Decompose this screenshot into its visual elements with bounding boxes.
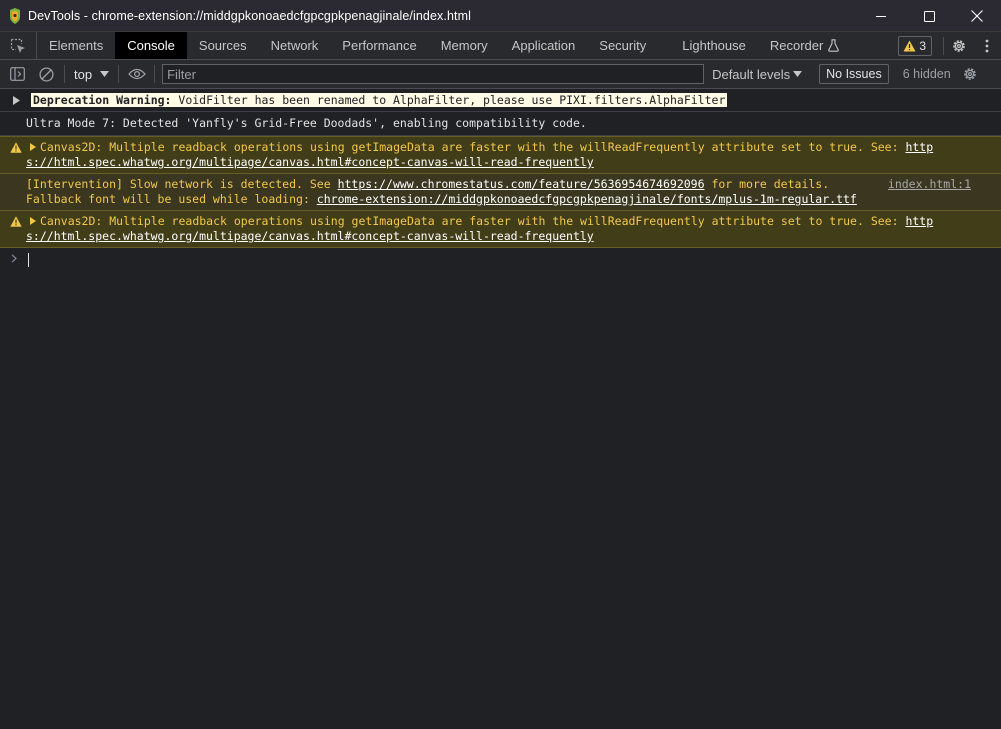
tab-console[interactable]: Console: [115, 32, 187, 59]
issues-count: 3: [919, 38, 926, 53]
clear-console-button[interactable]: [32, 60, 61, 88]
divider: [943, 36, 944, 55]
spec-link[interactable]: s://html.spec.whatwg.org/multipage/canva…: [26, 229, 594, 243]
console-settings-button[interactable]: [956, 60, 985, 88]
minimize-button[interactable]: [857, 0, 905, 32]
tab-label: Console: [127, 38, 175, 53]
js-context-selector[interactable]: top: [68, 60, 115, 88]
context-value: top: [74, 66, 93, 82]
maximize-icon: [923, 10, 935, 22]
kebab-menu-icon: [985, 39, 989, 52]
warning-icon: [903, 40, 916, 51]
fallback-font-text: Fallback font will be used while loading…: [26, 192, 317, 206]
console-prompt[interactable]: [0, 248, 1001, 272]
minimize-icon: [875, 15, 886, 17]
tab-recorder[interactable]: Recorder: [758, 32, 851, 59]
dropdown-caret-icon: [793, 71, 803, 77]
warning-icon: [10, 142, 22, 153]
chromestatus-link[interactable]: https://www.chromestatus.com/feature/563…: [338, 177, 705, 191]
tab-performance[interactable]: Performance: [330, 32, 428, 59]
intervention-text: [Intervention] Slow network is detected.…: [26, 177, 338, 191]
gear-icon: [953, 39, 965, 52]
devtools-app-icon: [10, 7, 20, 24]
tabbar-right-actions: 3: [898, 32, 1001, 59]
deprecation-label: Deprecation Warning:: [33, 93, 172, 107]
text-cursor: [28, 253, 29, 267]
deprecation-warning-text: Deprecation Warning: VoidFilter has been…: [31, 93, 728, 107]
issues-counter-button[interactable]: 3: [898, 35, 932, 56]
issues-label: No Issues: [826, 67, 882, 81]
filter-field[interactable]: [162, 64, 705, 84]
tab-label: Network: [270, 38, 319, 53]
tab-label: Performance: [342, 38, 417, 53]
gear-icon: [964, 68, 976, 80]
window-title-bar: DevTools - chrome-extension://middgpkono…: [0, 0, 1001, 32]
more-options-button[interactable]: [973, 32, 1001, 59]
message-text: Canvas2D: Multiple readback operations u…: [40, 214, 906, 228]
issues-button[interactable]: No Issues: [819, 64, 889, 84]
tab-label: Recorder: [769, 38, 824, 53]
divider: [154, 65, 156, 83]
devtools-tab-bar: Elements Console Sources Network Perform…: [0, 32, 1001, 60]
divider: [118, 65, 120, 83]
tab-memory[interactable]: Memory: [429, 32, 500, 59]
font-file-link[interactable]: chrome-extension://middgpkonoaedcfgpcgpk…: [317, 192, 857, 206]
intervention-text-tail: for more details.: [704, 177, 830, 191]
tab-application[interactable]: Application: [500, 32, 588, 59]
spec-link[interactable]: http: [905, 214, 933, 228]
deprecation-body: VoidFilter has been renamed to AlphaFilt…: [171, 93, 726, 107]
message-text: Canvas2D: Multiple readback operations u…: [40, 140, 906, 154]
source-location-link[interactable]: index.html:1: [888, 177, 971, 192]
tab-elements[interactable]: Elements: [37, 32, 115, 59]
inspect-element-button[interactable]: [0, 32, 37, 59]
close-icon: [971, 10, 983, 22]
tab-label: Elements: [49, 38, 104, 53]
tab-security[interactable]: Security: [587, 32, 658, 59]
console-messages: Deprecation Warning: VoidFilter has been…: [0, 89, 1001, 272]
tab-label: Sources: [198, 38, 247, 53]
tab-label: Memory: [440, 38, 488, 53]
filter-input[interactable]: [167, 66, 704, 82]
maximize-button[interactable]: [905, 0, 953, 32]
eye-icon: [127, 68, 146, 80]
dropdown-caret-icon: [100, 71, 110, 77]
live-expression-button[interactable]: [122, 60, 151, 88]
tab-lighthouse[interactable]: Lighthouse: [658, 32, 758, 59]
console-message-warning[interactable]: Canvas2D: Multiple readback operations u…: [0, 136, 1001, 174]
divider: [64, 65, 65, 83]
close-button[interactable]: [953, 0, 1001, 32]
prompt-chevron-icon: [11, 254, 17, 263]
tab-sources[interactable]: Sources: [187, 32, 259, 59]
message-text: Ultra Mode 7: Detected 'Yanfly's Grid-Fr…: [26, 116, 587, 130]
console-toolbar: top Default levels No Issues 6 hidden: [0, 60, 1001, 89]
console-message-intervention: [Intervention] Slow network is detected.…: [0, 174, 1001, 211]
console-message-warning[interactable]: Canvas2D: Multiple readback operations u…: [0, 211, 1001, 248]
expand-arrow-icon[interactable]: [30, 143, 36, 151]
console-message-deprecation[interactable]: Deprecation Warning: VoidFilter has been…: [0, 89, 1001, 112]
console-message-info: Ultra Mode 7: Detected 'Yanfly's Grid-Fr…: [0, 112, 1001, 136]
sidebar-toggle-icon: [10, 67, 25, 81]
inspect-element-icon: [10, 38, 25, 53]
spec-link[interactable]: s://html.spec.whatwg.org/multipage/canva…: [26, 155, 594, 169]
tab-label: Security: [599, 38, 647, 53]
spec-link[interactable]: http: [905, 140, 933, 154]
warning-icon: [10, 216, 22, 227]
tab-network[interactable]: Network: [259, 32, 331, 59]
settings-button[interactable]: [945, 32, 973, 59]
expand-arrow-icon[interactable]: [30, 217, 36, 225]
window-title: DevTools - chrome-extension://middgpkono…: [28, 8, 471, 23]
tab-label: Lighthouse: [682, 38, 746, 53]
show-sidebar-button[interactable]: [3, 60, 32, 88]
flask-icon: [828, 39, 840, 52]
clear-icon: [39, 66, 54, 82]
log-levels-dropdown[interactable]: Default levels: [712, 66, 803, 82]
window-controls: [857, 0, 1001, 32]
log-levels-label: Default levels: [712, 66, 791, 82]
expand-arrow-icon[interactable]: [13, 96, 20, 105]
hidden-messages-count: 6 hidden: [902, 67, 951, 81]
tab-label: Application: [511, 38, 576, 53]
